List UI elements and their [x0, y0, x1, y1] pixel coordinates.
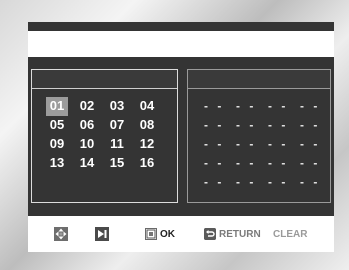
program-grid: - - - - - - - - - - - - - - - - - - - - … [204, 98, 332, 193]
program-slot[interactable]: - - [300, 117, 332, 136]
button-guide-bar: OK RETURN CLEAR [28, 216, 334, 252]
program-slot[interactable]: - - [236, 174, 268, 193]
track-item[interactable]: 16 [136, 154, 158, 173]
program-slot[interactable]: - - [204, 155, 236, 174]
navigate-hint [54, 225, 68, 243]
program-slot[interactable]: - - [300, 174, 332, 193]
track-item[interactable]: 09 [46, 135, 68, 154]
program-list-panel: - - - - - - - - - - - - - - - - - - - - … [187, 69, 331, 203]
track-item[interactable]: 01 [46, 97, 68, 116]
track-grid: 01 02 03 04 05 06 07 08 09 10 11 12 13 1… [46, 97, 166, 173]
program-slot[interactable]: - - [204, 136, 236, 155]
program-slot[interactable]: - - [268, 174, 300, 193]
program-slot[interactable]: - - [300, 136, 332, 155]
title-bar [28, 31, 334, 57]
play-skip-icon [95, 227, 109, 241]
track-item[interactable]: 12 [136, 135, 158, 154]
track-item[interactable]: 08 [136, 116, 158, 135]
track-list-header [32, 70, 177, 89]
program-slot[interactable]: - - [236, 117, 268, 136]
program-slot[interactable]: - - [268, 98, 300, 117]
track-list-panel: 01 02 03 04 05 06 07 08 09 10 11 12 13 1… [31, 69, 178, 203]
track-item[interactable]: 07 [106, 116, 128, 135]
play-skip-hint [95, 225, 109, 243]
program-slot[interactable]: - - [204, 98, 236, 117]
program-screen: 01 02 03 04 05 06 07 08 09 10 11 12 13 1… [28, 22, 334, 252]
track-item[interactable]: 15 [106, 154, 128, 173]
program-slot[interactable]: - - [300, 155, 332, 174]
program-slot[interactable]: - - [204, 174, 236, 193]
program-slot[interactable]: - - [236, 98, 268, 117]
enter-icon [145, 228, 157, 240]
clear-label: CLEAR [273, 228, 308, 240]
track-item[interactable]: 13 [46, 154, 68, 173]
track-item[interactable]: 02 [76, 97, 98, 116]
navigate-icon [54, 227, 68, 241]
ok-label: OK [160, 228, 175, 240]
track-item[interactable]: 10 [76, 135, 98, 154]
clear-button[interactable]: CLEAR [273, 225, 307, 243]
track-item[interactable]: 04 [136, 97, 158, 116]
program-slot[interactable]: - - [268, 155, 300, 174]
program-slot[interactable]: - - [236, 136, 268, 155]
track-item[interactable]: 11 [106, 135, 128, 154]
track-item[interactable]: 05 [46, 116, 68, 135]
program-slot[interactable]: - - [300, 98, 332, 117]
program-slot[interactable]: - - [204, 117, 236, 136]
return-button[interactable]: RETURN [204, 225, 261, 243]
program-slot[interactable]: - - [268, 136, 300, 155]
return-icon [204, 228, 216, 240]
program-slot[interactable]: - - [236, 155, 268, 174]
track-item[interactable]: 06 [76, 116, 98, 135]
return-label: RETURN [219, 228, 261, 240]
ok-button[interactable]: OK [145, 225, 175, 243]
track-item[interactable]: 14 [76, 154, 98, 173]
track-item[interactable]: 03 [106, 97, 128, 116]
program-slot[interactable]: - - [268, 117, 300, 136]
program-list-header [188, 70, 330, 89]
